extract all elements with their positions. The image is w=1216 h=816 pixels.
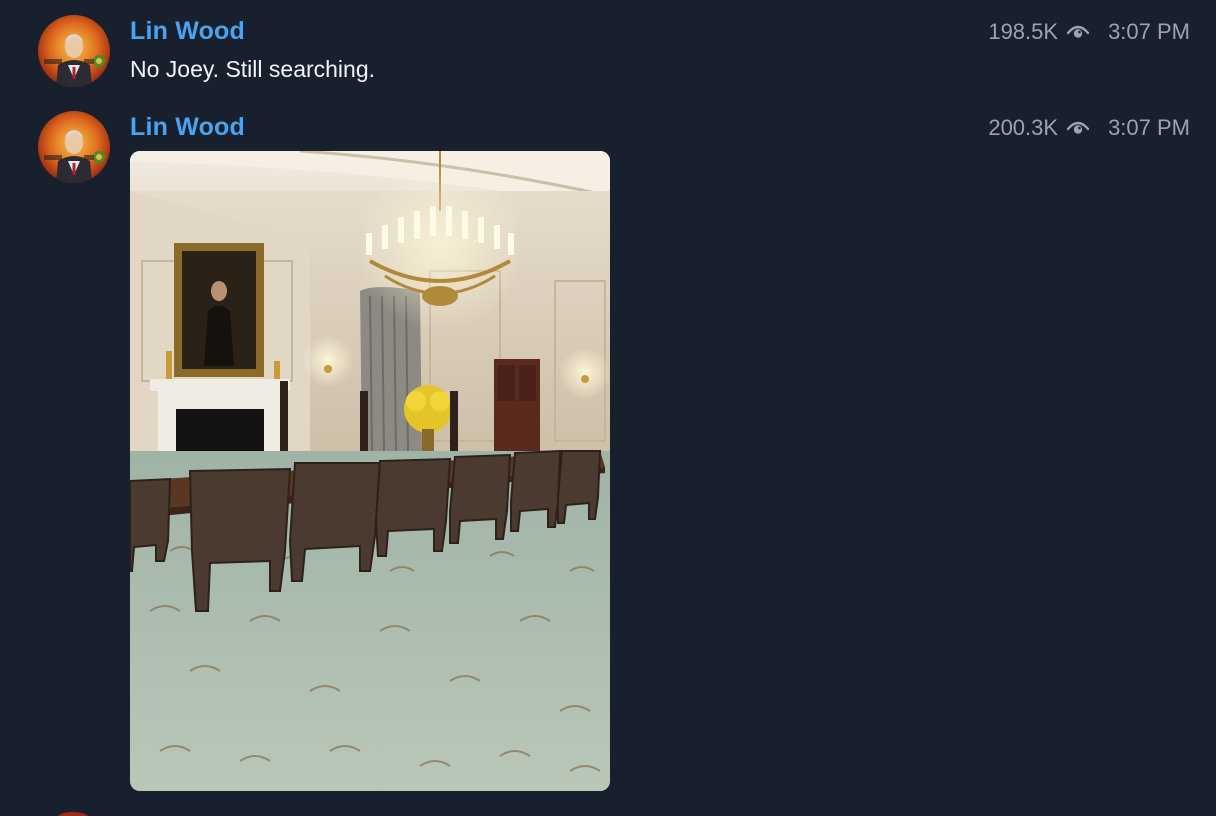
eye-icon: [1066, 119, 1090, 137]
avatar-image: [44, 130, 105, 183]
message-meta: 198.5K 3:07 PM: [988, 19, 1190, 45]
author-avatar[interactable]: [38, 111, 110, 183]
dining-room-photo: [130, 151, 610, 791]
message-feed: Lin Wood No Joey. Still searching. 198.5…: [0, 0, 1216, 816]
view-count: 198.5K: [988, 19, 1059, 44]
avatar-image: [44, 34, 105, 87]
message-time: 3:07 PM: [1108, 19, 1190, 44]
message-time: 3:07 PM: [1108, 115, 1190, 140]
photo-attachment[interactable]: [130, 151, 610, 791]
author-name[interactable]: Lin Wood: [130, 17, 245, 46]
next-message-avatar[interactable]: [58, 812, 88, 816]
view-count: 200.3K: [988, 115, 1059, 140]
message-meta: 200.3K 3:07 PM: [988, 115, 1190, 141]
eye-icon: [1066, 23, 1090, 41]
author-name[interactable]: Lin Wood: [130, 113, 245, 142]
message-item: Lin Wood No Joey. Still searching. 198.5…: [0, 0, 1216, 100]
author-avatar[interactable]: [38, 15, 110, 87]
message-text: No Joey. Still searching.: [130, 56, 376, 82]
